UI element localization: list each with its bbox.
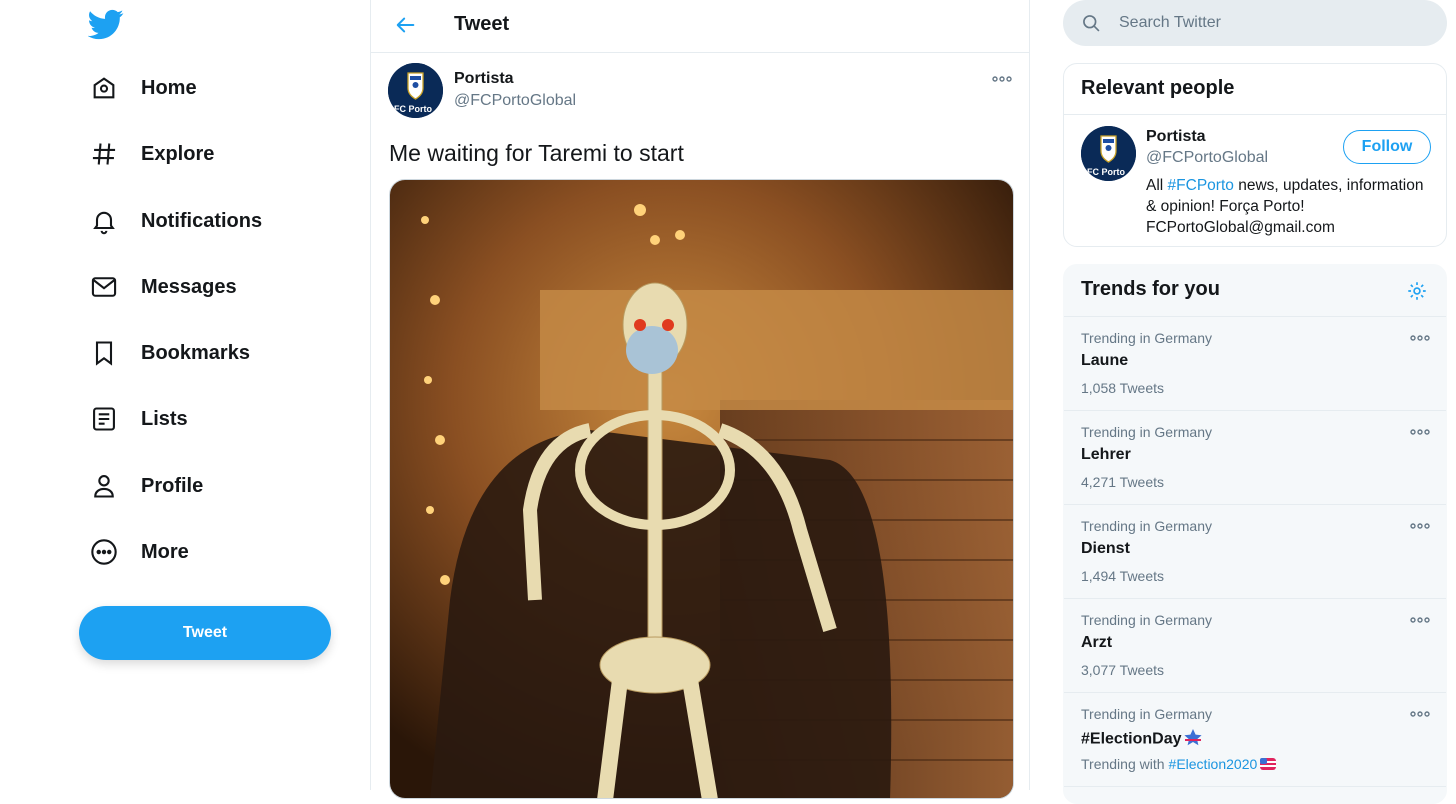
trend-related-prefix: Trending with	[1081, 756, 1165, 773]
trend-context: Trending in Germany	[1081, 612, 1212, 628]
trend-item[interactable]: Trending in Germany Lehrer 4,271 Tweets	[1064, 411, 1446, 505]
trend-name: Laune	[1081, 352, 1129, 369]
nav-home-label: Home	[141, 76, 197, 99]
nav-lists[interactable]: Lists	[88, 394, 188, 444]
trend-count: 1,494 Tweets	[1081, 568, 1165, 584]
trends-card: Trends for you Trending in Germany Laune…	[1063, 264, 1447, 804]
nav-more-label: More	[141, 540, 189, 563]
nav-explore[interactable]: Explore	[88, 129, 214, 179]
person-handle[interactable]: @FCPortoGlobal	[1146, 149, 1268, 167]
person-name[interactable]: Portista	[1146, 128, 1206, 146]
search-input[interactable]	[1119, 14, 1419, 32]
left-navigation: Home Explore Notifications Messages Book…	[0, 0, 370, 790]
more-circle-icon	[88, 536, 120, 568]
relevant-person[interactable]: FC Porto Portista @FCPortoGlobal Follow …	[1064, 115, 1446, 246]
hashtag-icon	[88, 138, 120, 170]
nav-more[interactable]: More	[88, 527, 189, 577]
tweet-text: Me waiting for Taremi to start	[389, 140, 684, 166]
trend-count: 3,077 Tweets	[1081, 662, 1165, 678]
trend-item[interactable]: Trending in Germany Laune 1,058 Tweets	[1064, 317, 1446, 411]
trend-context: Trending in Germany	[1081, 706, 1212, 722]
nav-bookmarks-label: Bookmarks	[141, 341, 250, 364]
page-title: Tweet	[454, 13, 510, 35]
nav-home[interactable]: Home	[88, 63, 197, 113]
trend-name: #ElectionDay	[1081, 730, 1182, 748]
envelope-icon	[88, 271, 120, 303]
nav-messages[interactable]: Messages	[88, 262, 237, 312]
trend-item[interactable]: Trending in Germany #ElectionDay Trendin…	[1064, 693, 1446, 787]
more-options-icon[interactable]	[990, 71, 1014, 87]
nav-profile[interactable]: Profile	[88, 461, 203, 511]
nav-notifications[interactable]: Notifications	[88, 196, 262, 246]
author-handle[interactable]: @FCPortoGlobal	[454, 92, 576, 110]
bell-icon	[88, 205, 120, 237]
person-avatar[interactable]: FC Porto	[1081, 126, 1136, 181]
nav-profile-label: Profile	[141, 474, 204, 497]
trend-name: Dienst	[1081, 540, 1130, 557]
nav-notifications-label: Notifications	[141, 209, 263, 232]
author-name[interactable]: Portista	[454, 70, 514, 88]
person-avatar-brand-text: FC Porto	[1087, 167, 1125, 177]
trend-more-icon[interactable]	[1409, 707, 1431, 721]
tweet-author: FC Porto Portista @FCPortoGlobal	[388, 63, 1014, 119]
compose-tweet-button[interactable]: Tweet	[79, 606, 331, 660]
avatar-brand-text: FC Porto	[394, 104, 432, 114]
relevant-people-title: Relevant people	[1064, 64, 1446, 115]
ballot-star-icon	[1183, 728, 1203, 751]
home-icon	[88, 72, 120, 104]
relevant-people-card: Relevant people FC Porto Portista @FCPor…	[1063, 63, 1447, 247]
trend-related: Trending with #Election2020	[1081, 756, 1277, 775]
trend-item[interactable]: Trending in Germany Arzt 3,077 Tweets	[1064, 599, 1446, 693]
right-sidebar: Relevant people FC Porto Portista @FCPor…	[1063, 0, 1447, 804]
trend-name: Arzt	[1081, 634, 1113, 651]
tweet-detail-column: Tweet FC Porto Portista @FCPortoGlobal M…	[370, 0, 1030, 799]
trend-name-with-emoji: #ElectionDay	[1081, 728, 1203, 751]
trend-context: Trending in Germany	[1081, 518, 1212, 534]
bio-hashtag-link[interactable]: #FCPorto	[1168, 177, 1234, 194]
gear-icon[interactable]	[1404, 278, 1430, 304]
follow-button[interactable]: Follow	[1343, 130, 1431, 164]
trend-count: 4,271 Tweets	[1081, 474, 1165, 490]
search-icon	[1081, 12, 1103, 34]
trend-more-icon[interactable]	[1409, 519, 1431, 533]
trend-more-icon[interactable]	[1409, 331, 1431, 345]
trend-item[interactable]: Trending in Germany Dienst 1,494 Tweets	[1064, 505, 1446, 599]
tweet-photo[interactable]	[389, 179, 1014, 799]
search-box[interactable]	[1063, 0, 1447, 46]
trend-related-hashtag[interactable]: #Election2020	[1169, 756, 1258, 772]
trend-more-icon[interactable]	[1409, 613, 1431, 627]
back-arrow-icon[interactable]	[391, 10, 421, 40]
trend-count: 1,058 Tweets	[1081, 380, 1165, 396]
tweet-header: Tweet	[371, 0, 1029, 53]
nav-explore-label: Explore	[141, 142, 215, 165]
person-icon	[88, 470, 120, 502]
list-icon	[88, 403, 120, 435]
trends-title: Trends for you	[1064, 265, 1446, 317]
person-bio: All #FCPorto news, updates, information …	[1146, 175, 1436, 238]
author-avatar[interactable]: FC Porto	[388, 63, 443, 118]
twitter-bird-icon[interactable]	[87, 6, 124, 42]
bio-prefix: All	[1146, 177, 1168, 194]
bookmark-icon	[88, 337, 120, 369]
nav-bookmarks[interactable]: Bookmarks	[88, 328, 250, 378]
trend-name: Lehrer	[1081, 446, 1131, 463]
trend-context: Trending in Germany	[1081, 330, 1212, 346]
trend-context: Trending in Germany	[1081, 424, 1212, 440]
nav-lists-label: Lists	[141, 407, 188, 430]
flag-emoji-icon	[1259, 756, 1277, 775]
nav-messages-label: Messages	[141, 275, 237, 298]
trend-more-icon[interactable]	[1409, 425, 1431, 439]
